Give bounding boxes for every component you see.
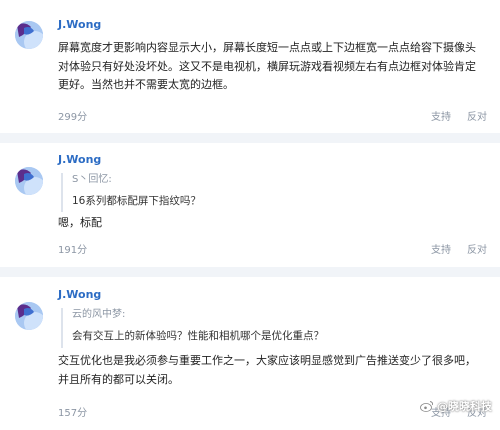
watermark: @晓晓科技	[420, 398, 492, 414]
divider	[0, 267, 500, 277]
avatar-icon	[15, 302, 43, 330]
username[interactable]: J.Wong	[58, 153, 101, 166]
oppose-button[interactable]: 反对	[467, 241, 487, 256]
avatar[interactable]	[15, 302, 43, 330]
comment-text: 交互优化也是我必须参与重要工作之一，大家应该明显感觉到广告推送变少了很多吧，并且…	[58, 354, 476, 386]
comment-actions: 299分 支持 反对	[58, 108, 487, 123]
quoted-comment: S丶回忆: 16系列都标配屏下指纹吗？	[61, 173, 480, 212]
weibo-logo-icon	[420, 401, 434, 412]
comment-time: 191分	[58, 245, 88, 256]
quoted-comment: 云的风中梦: 会有交互上的新体验吗？性能和相机哪个是优化重点？	[61, 308, 480, 348]
quoted-text: 16系列都标配屏下指纹吗？	[72, 195, 201, 207]
username[interactable]: J.Wong	[58, 18, 101, 31]
support-button[interactable]: 支持	[431, 241, 451, 256]
avatar-icon	[15, 21, 43, 49]
avatar[interactable]	[15, 167, 43, 195]
username[interactable]: J.Wong	[58, 288, 101, 301]
support-button[interactable]: 支持	[431, 108, 451, 123]
comment-text: 嗯，标配	[58, 216, 102, 229]
quoted-username[interactable]: 云的风中梦:	[72, 308, 480, 322]
comment-item: J.Wong S丶回忆: 16系列都标配屏下指纹吗？ 嗯，标配 191分 支持 …	[0, 143, 500, 267]
avatar-icon	[15, 167, 43, 195]
quoted-text: 会有交互上的新体验吗？性能和相机哪个是优化重点？	[72, 330, 324, 342]
comment-time: 157分	[58, 408, 88, 419]
comment-time: 299分	[58, 112, 88, 123]
comment-feed: J.Wong 屏幕宽度才更影响内容显示大小，屏幕长度短一点点或上下边框宽一点点给…	[0, 0, 500, 430]
comment-actions: 191分 支持 反对	[58, 241, 487, 256]
watermark-text: @晓晓科技	[437, 400, 492, 413]
avatar[interactable]	[15, 21, 43, 49]
quoted-username[interactable]: S丶回忆:	[72, 173, 480, 187]
oppose-button[interactable]: 反对	[467, 108, 487, 123]
divider	[0, 133, 500, 143]
comment-text: 屏幕宽度才更影响内容显示大小，屏幕长度短一点点或上下边框宽一点点给容下摄像头对体…	[58, 41, 476, 91]
comment-item: J.Wong 屏幕宽度才更影响内容显示大小，屏幕长度短一点点或上下边框宽一点点给…	[0, 0, 500, 133]
